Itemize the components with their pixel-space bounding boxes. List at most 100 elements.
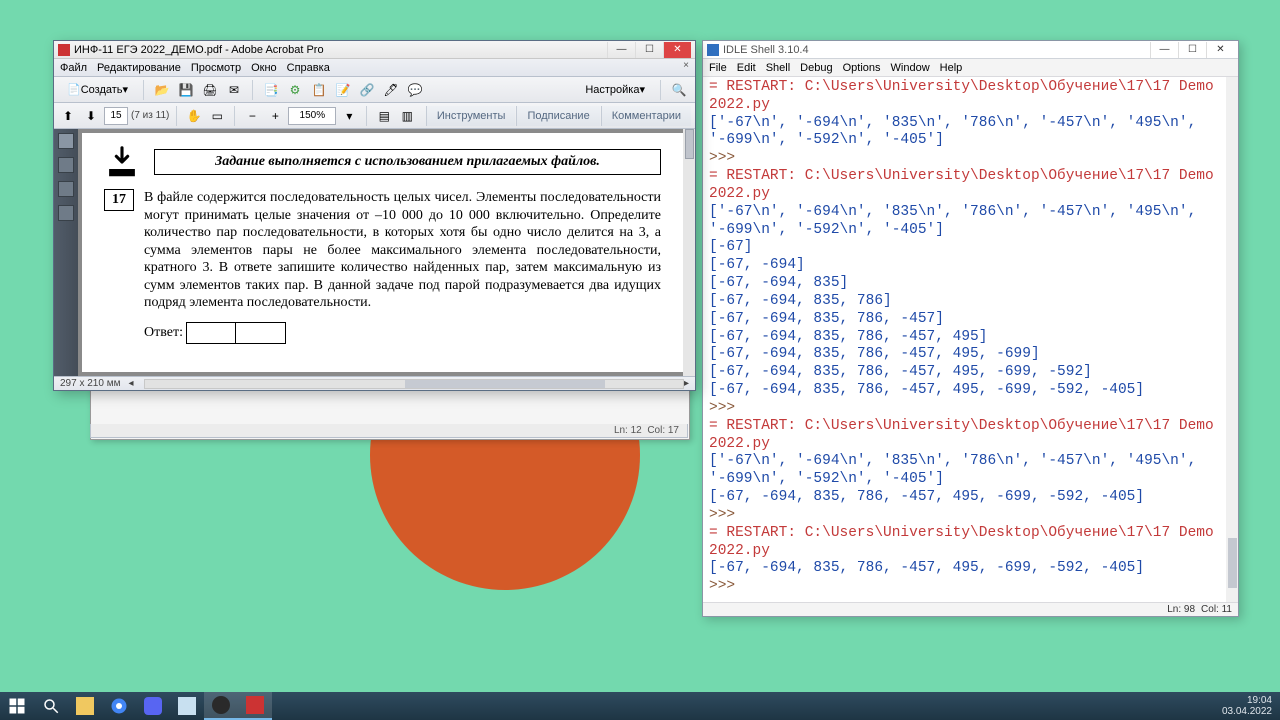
page-count: (7 из 11) (131, 110, 169, 121)
output-list-2: ['-67\n', '-694\n', '835\n', '786\n', '-… (709, 204, 1205, 238)
chrome-icon[interactable] (102, 692, 136, 720)
page-dimensions: 297 x 210 мм (60, 378, 120, 389)
save-icon[interactable]: 💾 (176, 80, 196, 100)
block2-1: [-67, -694] (709, 257, 805, 273)
thumbnails-icon[interactable] (58, 133, 74, 149)
idle-statusbar: Ln: 98 Col: 11 (703, 602, 1238, 616)
idle-menu-options[interactable]: Options (843, 62, 881, 74)
page-up-icon[interactable]: ⬆ (58, 106, 78, 126)
signatures-icon[interactable] (58, 205, 74, 221)
close-button[interactable]: ✕ (663, 42, 691, 58)
open-icon[interactable]: 📂 (152, 80, 172, 100)
idle-menu-debug[interactable]: Debug (800, 62, 832, 74)
acrobat-toolbar-main: 📄 Создать ▾ 📂 💾 🖨 ✉ 📑 ⚙ 📋 📝 🔗 🖊 💬 Настро… (54, 77, 695, 103)
page-down-icon[interactable]: ⬇ (81, 106, 101, 126)
tools-link[interactable]: Инструменты (426, 106, 516, 126)
scroll-thumb[interactable] (685, 129, 694, 159)
mail-icon[interactable]: ✉ (224, 80, 244, 100)
tool-icon-5[interactable]: 🔗 (357, 80, 377, 100)
download-icon (104, 145, 140, 179)
idle-menu-file[interactable]: File (709, 62, 727, 74)
block2-3: [-67, -694, 835, 786] (709, 293, 892, 309)
idle-menu-window[interactable]: Window (891, 62, 930, 74)
clock-time: 19:04 (1222, 695, 1272, 706)
hand-tool-icon[interactable]: ✋ (184, 106, 204, 126)
search-button[interactable] (34, 692, 68, 720)
page-number-input[interactable] (104, 107, 128, 125)
pdf-page[interactable]: Задание выполняется с использованием при… (82, 133, 683, 372)
select-tool-icon[interactable]: ▭ (207, 106, 227, 126)
idle-menu-help[interactable]: Help (940, 62, 963, 74)
background-status-bar: Ln: 12 Col: 17 (90, 424, 688, 438)
restart-line-4: = RESTART: C:\Users\University\Desktop\О… (709, 525, 1222, 559)
system-tray[interactable]: 19:04 03.04.2022 (1214, 695, 1280, 717)
h-scroll-thumb[interactable] (405, 380, 605, 388)
acrobat-window: ИНФ-11 ЕГЭ 2022_ДЕМО.pdf - Adobe Acrobat… (53, 40, 696, 391)
acrobat-taskbar-icon[interactable] (238, 692, 272, 720)
menu-window[interactable]: Окно (251, 62, 277, 74)
start-button[interactable] (0, 692, 34, 720)
create-button[interactable]: 📄 Создать ▾ (60, 80, 135, 100)
acrobat-toolbar-nav: ⬆ ⬇ (7 из 11) ✋ ▭ − + ▾ ▤ ▥ Инструменты … (54, 103, 695, 129)
task-number: 17 (104, 189, 134, 211)
idle-menubar: File Edit Shell Debug Options Window Hel… (703, 59, 1238, 77)
idle-line: Ln: 98 (1167, 604, 1195, 615)
block2-4: [-67, -694, 835, 786, -457] (709, 311, 944, 327)
prompt-1: >>> (709, 150, 744, 166)
restart-line-2: = RESTART: C:\Users\University\Desktop\О… (709, 168, 1222, 202)
print-icon[interactable]: 🖨 (200, 80, 220, 100)
tool-icon-1[interactable]: 📑 (261, 80, 281, 100)
output-list-3: ['-67\n', '-694\n', '835\n', '786\n', '-… (709, 453, 1205, 487)
menu-file[interactable]: Файл (60, 62, 87, 74)
vertical-scrollbar[interactable] (683, 129, 695, 376)
comments-link[interactable]: Комментарии (601, 106, 691, 126)
menu-help[interactable]: Справка (287, 62, 330, 74)
idle-titlebar[interactable]: IDLE Shell 3.10.4 — ☐ ✕ (703, 41, 1238, 59)
idle-scroll-thumb[interactable] (1228, 538, 1237, 588)
idle-console[interactable]: = RESTART: C:\Users\University\Desktop\О… (703, 77, 1238, 602)
zoom-drop-icon[interactable]: ▾ (339, 106, 359, 126)
zoom-input[interactable] (288, 107, 336, 125)
block2-6: [-67, -694, 835, 786, -457, 495, -699] (709, 346, 1040, 362)
bookmarks-icon[interactable] (58, 157, 74, 173)
explorer-icon[interactable] (68, 692, 102, 720)
acrobat-sidebar (54, 129, 78, 376)
fit-tool-1-icon[interactable]: ▤ (374, 106, 394, 126)
fit-tool-2-icon[interactable]: ▥ (397, 106, 417, 126)
menu-collapse-button[interactable]: × (679, 60, 693, 74)
prompt-3: >>> (709, 507, 744, 523)
answer-label: Ответ: (144, 325, 183, 340)
app-icon-1[interactable] (204, 692, 238, 720)
settings-button[interactable]: Настройка ▾ (578, 80, 652, 100)
tool-icon-3[interactable]: 📋 (309, 80, 329, 100)
zoom-in-icon[interactable]: + (265, 106, 285, 126)
idle-minimize-button[interactable]: — (1150, 42, 1178, 58)
acrobat-titlebar[interactable]: ИНФ-11 ЕГЭ 2022_ДЕМО.pdf - Adobe Acrobat… (54, 41, 695, 59)
horizontal-scrollbar[interactable] (144, 379, 684, 389)
tool-icon-6[interactable]: 🖊 (381, 80, 401, 100)
idle-maximize-button[interactable]: ☐ (1178, 42, 1206, 58)
tool-icon-2[interactable]: ⚙ (285, 80, 305, 100)
zoom-out-icon[interactable]: − (242, 106, 262, 126)
notepad-icon[interactable] (170, 692, 204, 720)
minimize-button[interactable]: — (607, 42, 635, 58)
idle-menu-edit[interactable]: Edit (737, 62, 756, 74)
python-icon (707, 44, 719, 56)
tool-icon-7[interactable]: 💬 (405, 80, 425, 100)
menu-view[interactable]: Просмотр (191, 62, 241, 74)
idle-col: Col: 11 (1201, 604, 1232, 615)
menu-edit[interactable]: Редактирование (97, 62, 181, 74)
search-icon[interactable]: 🔍 (669, 80, 689, 100)
maximize-button[interactable]: ☐ (635, 42, 663, 58)
idle-menu-shell[interactable]: Shell (766, 62, 790, 74)
idle-scrollbar[interactable] (1226, 77, 1238, 602)
tool-icon-4[interactable]: 📝 (333, 80, 353, 100)
sign-link[interactable]: Подписание (516, 106, 599, 126)
attachments-icon[interactable] (58, 181, 74, 197)
acrobat-statusbar: 297 x 210 мм ◂ ▸ (54, 376, 695, 390)
bg-line: Ln: 12 (614, 425, 642, 436)
restart-line-1: = RESTART: C:\Users\University\Desktop\О… (709, 79, 1222, 113)
clock-date: 03.04.2022 (1222, 706, 1272, 717)
discord-icon[interactable] (136, 692, 170, 720)
idle-close-button[interactable]: ✕ (1206, 42, 1234, 58)
